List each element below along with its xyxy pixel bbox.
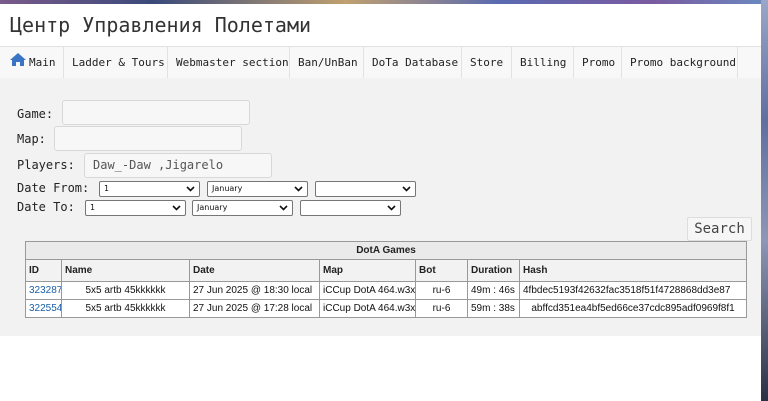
map-label: Map: <box>17 132 46 146</box>
players-label: Players: <box>17 158 75 172</box>
column-header-duration: Duration <box>467 259 520 282</box>
game-bot-cell: ru-6 <box>415 299 468 318</box>
chevron-down-icon <box>279 205 288 211</box>
game-name-cell: 5x5 artb 45kkkkkk <box>61 281 190 300</box>
nav-ladder-tours[interactable]: Ladder & Tours <box>64 47 168 78</box>
game-id-link[interactable]: 323287 <box>29 285 61 296</box>
chevron-down-icon <box>172 205 181 211</box>
game-id-link[interactable]: 322554 <box>29 303 61 314</box>
chevron-down-icon <box>387 205 396 211</box>
chevron-down-icon <box>186 186 195 192</box>
game-hash-cell: 4fbdec5193f42632fac3518f51f4728868dd3e87 <box>518 281 748 300</box>
nav-promo-background[interactable]: Promo background <box>622 47 738 78</box>
game-duration-cell: 59m : 38s <box>467 299 520 318</box>
chevron-down-icon <box>402 186 411 192</box>
date-from-month-value: January <box>212 184 243 193</box>
chevron-down-icon <box>294 186 303 192</box>
right-decorative-edge <box>761 0 768 401</box>
nav-promo[interactable]: Promo <box>574 47 622 78</box>
column-header-map: Map <box>319 259 416 282</box>
date-from-day-select[interactable]: 1 <box>99 181 200 197</box>
main-navbar: Main Ladder & Tours Webmaster section Ba… <box>0 46 761 79</box>
nav-billing[interactable]: Billing <box>512 47 574 78</box>
home-icon <box>10 47 26 78</box>
game-name-cell: 5x5 artb 45kkkkkk <box>61 299 190 318</box>
column-header-id: ID <box>25 259 62 282</box>
nav-dota-database[interactable]: DoTa Database <box>364 47 462 78</box>
map-input[interactable] <box>54 126 242 151</box>
game-bot-cell: ru-6 <box>415 281 468 300</box>
column-header-hash: Hash <box>518 259 748 282</box>
nav-main-label: Main <box>29 56 56 69</box>
nav-webmaster-section[interactable]: Webmaster section <box>168 47 290 78</box>
game-hash-cell: abffcd351ea4bf5ed66ce37cdc895adf0969f8f1 <box>518 299 748 318</box>
game-label: Game: <box>17 107 54 121</box>
game-duration-cell: 49m : 46s <box>467 281 520 300</box>
date-from-month-select[interactable]: January <box>207 181 308 197</box>
table-caption: DotA Games <box>24 241 748 260</box>
game-date-cell: 27 Jun 2025 @ 17:28 local <box>189 299 320 318</box>
date-from-day-value: 1 <box>104 184 110 193</box>
nav-main[interactable]: Main <box>0 47 64 78</box>
date-to-label: Date To: <box>17 200 75 214</box>
table-row: 322554 5x5 artb 45kkkkkk 27 Jun 2025 @ 1… <box>25 299 748 318</box>
date-from-label: Date From: <box>17 181 90 195</box>
date-to-month-value: January <box>197 203 228 212</box>
dota-games-table: DotA Games ID Name Date Map Bot Duration… <box>24 241 748 318</box>
top-decorative-strip <box>0 0 768 4</box>
players-input[interactable]: Daw_-Daw ,Jigarelo <box>84 153 272 178</box>
search-button[interactable]: Search <box>687 217 752 241</box>
game-map-cell: iCCup DotA 464.w3x <box>319 281 416 300</box>
date-to-day-value: 1 <box>90 203 96 212</box>
nav-store[interactable]: Store <box>462 47 512 78</box>
site-title: Центр Управления Полетами <box>10 13 312 37</box>
column-header-bot: Bot <box>415 259 468 282</box>
column-header-name: Name <box>61 259 190 282</box>
column-header-date: Date <box>189 259 320 282</box>
date-from-year-select[interactable] <box>315 181 416 197</box>
date-to-day-select[interactable]: 1 <box>85 200 186 216</box>
game-date-cell: 27 Jun 2025 @ 18:30 local <box>189 281 320 300</box>
game-map-cell: iCCup DotA 464.w3x <box>319 299 416 318</box>
table-row: 323287 5x5 artb 45kkkkkk 27 Jun 2025 @ 1… <box>25 281 748 300</box>
date-to-year-select[interactable] <box>300 200 401 216</box>
nav-ban-unban[interactable]: Ban/UnBan <box>290 47 364 78</box>
date-to-month-select[interactable]: January <box>192 200 293 216</box>
game-input[interactable] <box>62 100 250 125</box>
